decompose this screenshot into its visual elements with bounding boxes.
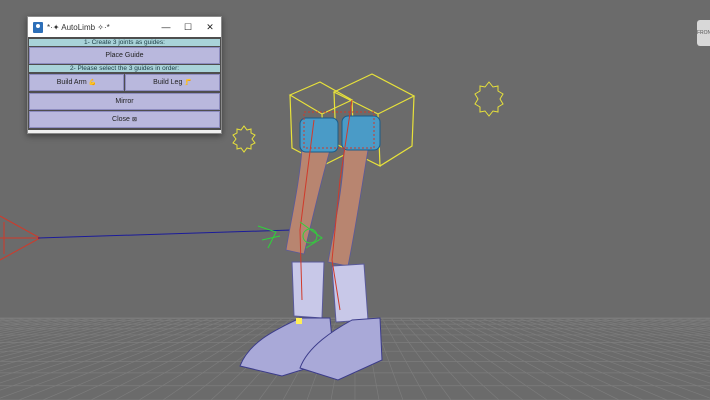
arm-icon: 💪 (88, 80, 97, 86)
window-titlebar[interactable]: *·✦ AutoLimb ✧·* — ☐ ✕ (28, 17, 221, 37)
leg-icon: 🦵 (184, 80, 192, 86)
step1-header: 1- Create 3 joints as guides: (29, 39, 220, 46)
app-icon (33, 21, 43, 33)
close-label: Close (112, 116, 130, 123)
place-guide-button[interactable]: Place Guide (29, 47, 220, 64)
window-content: 1- Create 3 joints as guides: Place Guid… (28, 37, 221, 130)
close-button[interactable]: Close ⊠ (29, 111, 220, 128)
maximize-button[interactable]: ☐ (177, 17, 199, 37)
window-title: *·✦ AutoLimb ✧·* (47, 22, 110, 32)
autolimb-window: *·✦ AutoLimb ✧·* — ☐ ✕ 1- Create 3 joint… (27, 16, 222, 134)
build-buttons-row: Build Arm 💪 Build Leg 🦵 (29, 73, 220, 92)
view-cube[interactable]: FRONT (697, 20, 710, 46)
mirror-button[interactable]: Mirror (29, 93, 220, 110)
build-arm-button[interactable]: Build Arm 💪 (29, 74, 124, 91)
close-window-button[interactable]: ✕ (199, 17, 221, 37)
minimize-button[interactable]: — (155, 17, 177, 37)
close-icon: ⊠ (131, 117, 137, 123)
build-leg-button[interactable]: Build Leg 🦵 (125, 74, 220, 91)
step2-header: 2- Please select the 3 guides in order: (29, 65, 220, 72)
build-arm-label: Build Arm (56, 79, 87, 86)
build-leg-label: Build Leg (153, 79, 183, 86)
